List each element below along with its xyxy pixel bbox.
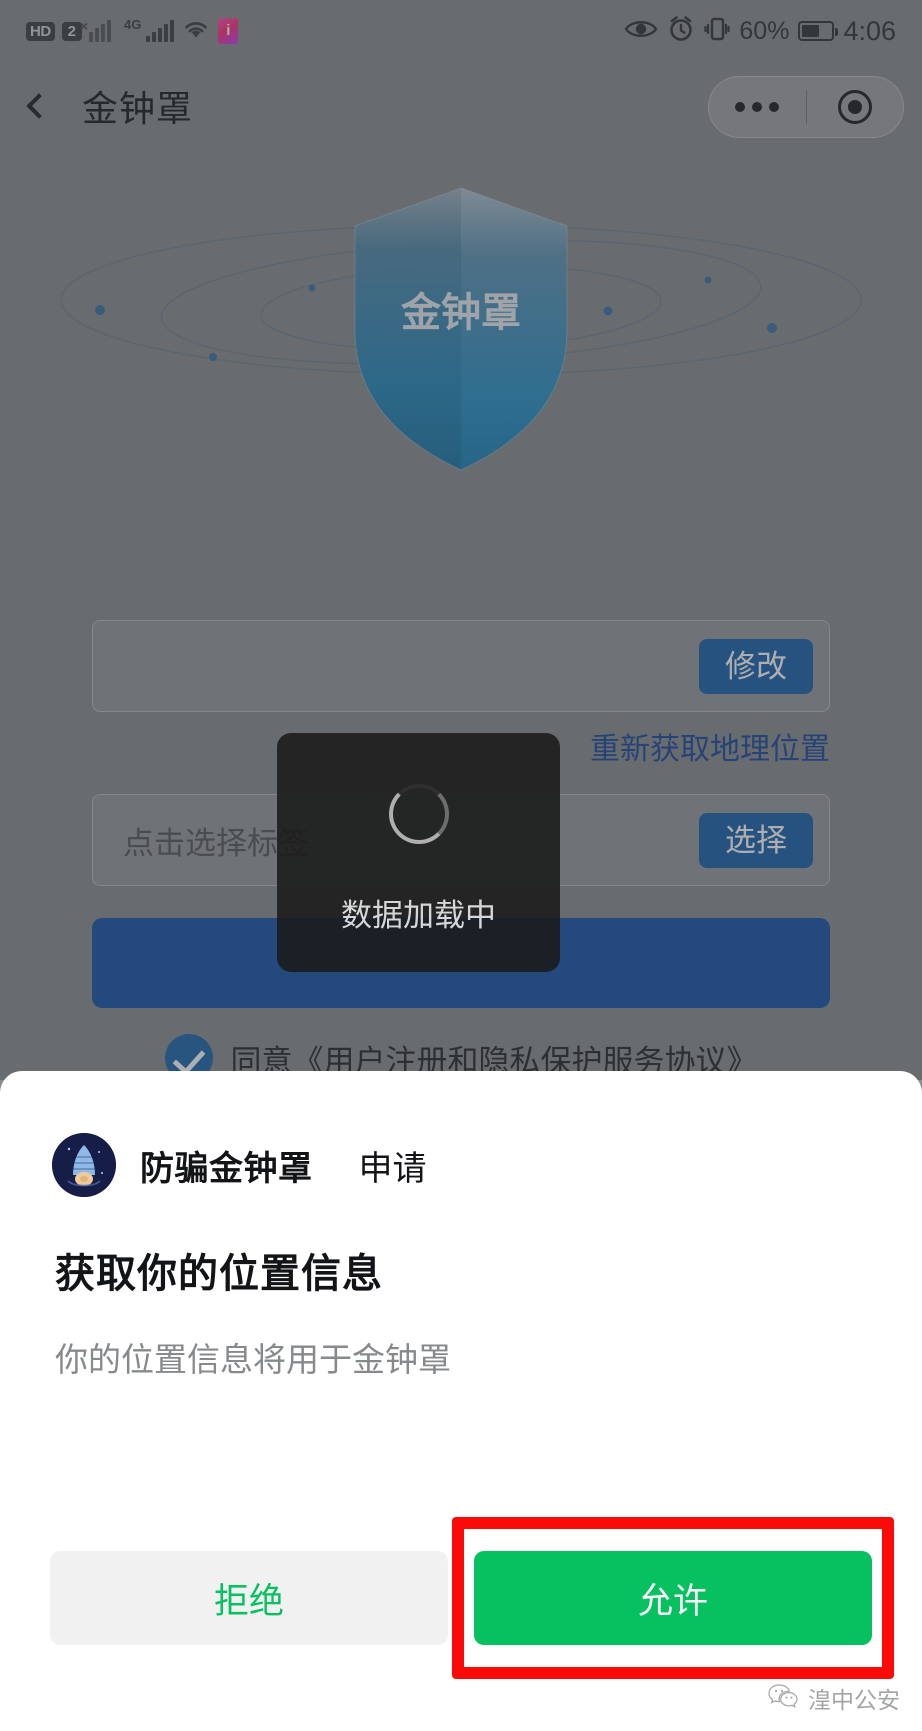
chevron-left-icon [26, 93, 52, 119]
refuse-button[interactable]: 拒绝 [50, 1551, 448, 1645]
hd-badge: HD [26, 21, 55, 41]
dialog-action-word: 申请 [358, 1149, 427, 1188]
page-title: 金钟罩 [82, 88, 194, 129]
dialog-app-name: 防骗金钟罩 [140, 1149, 313, 1188]
signal-bars-inactive-icon: × [80, 18, 117, 42]
back-button[interactable] [0, 93, 72, 119]
wechat-capsule[interactable] [708, 76, 904, 138]
status-bar-left: HD 2 × 4G i [26, 16, 239, 46]
hero-illustration: 金钟罩 [0, 170, 922, 590]
battery-icon [798, 21, 839, 41]
loading-spinner-icon [388, 784, 449, 844]
network-label: 4G [124, 16, 142, 32]
watermark-text: 湟中公安 [808, 1687, 900, 1713]
status-bar: HD 2 × 4G i 60% 4:06 [0, 0, 922, 62]
permission-dialog: 防骗金钟罩 申请 获取你的位置信息 你的位置信息将用于金钟罩 拒绝 允许 [0, 1071, 922, 1731]
nav-bar: 金钟罩 [0, 62, 922, 150]
shield-label: 金钟罩 [400, 290, 521, 335]
wechat-icon [768, 1683, 798, 1714]
target-icon [837, 90, 872, 124]
sim-2-badge: 2 [61, 21, 83, 41]
dialog-buttons: 拒绝 允许 [0, 1517, 922, 1679]
loading-toast-text: 数据加载中 [341, 898, 496, 933]
eye-icon [624, 17, 658, 46]
signal-bars-icon [146, 20, 175, 42]
wifi-icon [181, 17, 211, 46]
alarm-icon [667, 15, 695, 48]
allow-button[interactable]: 允许 [474, 1551, 872, 1645]
dialog-title: 获取你的位置信息 [55, 1252, 383, 1296]
vibrate-icon [704, 16, 730, 47]
modify-button[interactable]: 修改 [699, 638, 813, 694]
more-dots-icon [735, 102, 780, 112]
status-bar-right: 60% 4:06 [624, 15, 896, 48]
location-field-row[interactable]: 修改 [92, 620, 830, 712]
battery-percent: 60% [739, 16, 790, 45]
dialog-description: 你的位置信息将用于金钟罩 [55, 1341, 451, 1378]
select-button[interactable]: 选择 [699, 812, 813, 868]
wechat-watermark: 湟中公安 [768, 1681, 900, 1715]
dialog-header: 防骗金钟罩 申请 [0, 1071, 922, 1197]
sim-card-icon: i [218, 18, 239, 44]
clock-time: 4:06 [843, 15, 896, 46]
more-menu-button[interactable] [709, 102, 806, 112]
close-miniprogram-button[interactable] [807, 90, 904, 124]
fangpian-jinzhongzhao-app-icon [52, 1133, 116, 1197]
allow-button-wrapper: 允许 [452, 1517, 894, 1679]
loading-toast: 数据加载中 [277, 733, 560, 972]
